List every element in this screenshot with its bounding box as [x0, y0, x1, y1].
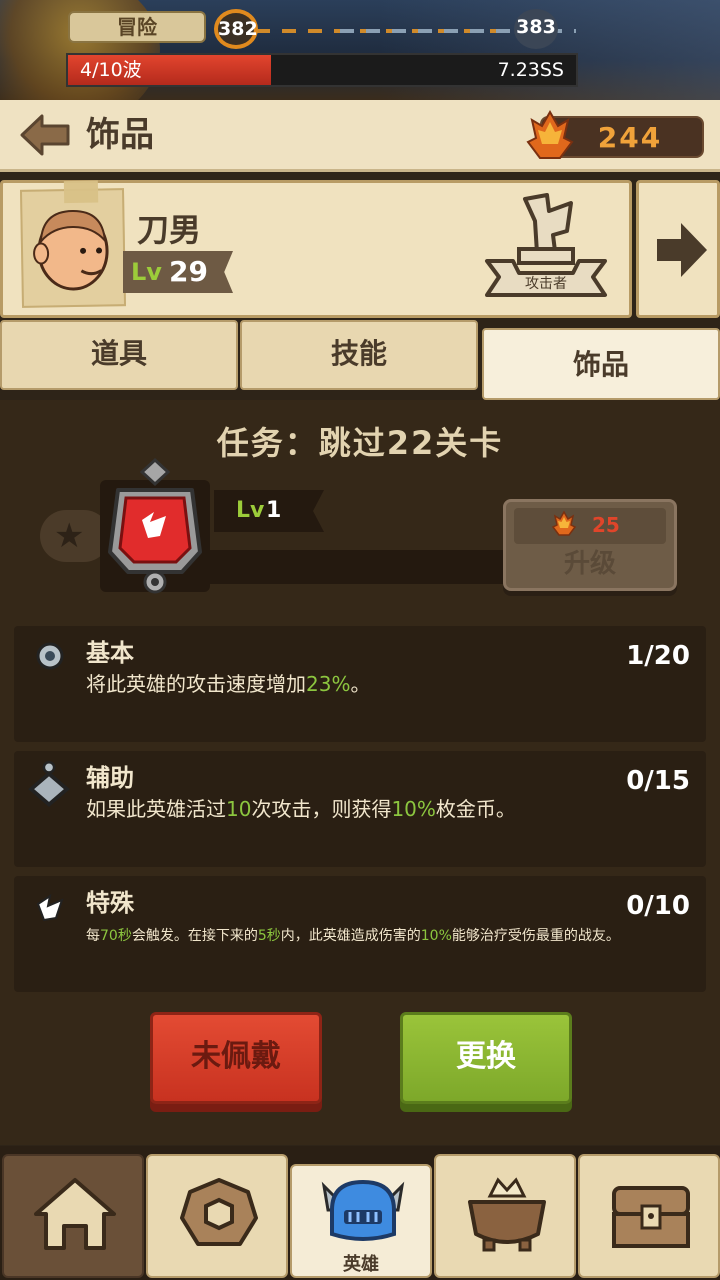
red-gem-amulet-icon[interactable] [96, 456, 214, 600]
tab-skills[interactable]: 技能 [240, 320, 478, 390]
upgrade-cost: 25 [592, 513, 620, 537]
hero-name: 刀男 [137, 211, 202, 249]
accessory-level-prefix: Lv [236, 498, 265, 523]
battle-status-strip: 冒险 382 383 4/10波 7.23SS [0, 0, 720, 100]
back-button[interactable] [18, 112, 72, 158]
stat-count: 0/10 [626, 891, 690, 921]
accessory-progress-track [200, 550, 510, 584]
right-arrow-icon [657, 223, 707, 277]
nav-chest[interactable] [578, 1154, 720, 1278]
nav-accessories[interactable] [146, 1154, 288, 1278]
back-arrow-icon [20, 114, 70, 156]
fire-gem-icon [551, 510, 577, 536]
time-label: 7.23SS [497, 59, 564, 81]
next-stage-number: 383 [514, 9, 558, 49]
nav-heroes-label: 英雄 [343, 1254, 379, 1275]
helmet-icon [321, 1179, 405, 1241]
nav-home[interactable] [2, 1154, 144, 1278]
nav-cauldron[interactable] [434, 1154, 576, 1278]
upgrade-cost-panel [514, 508, 666, 544]
stat-basic: 基本 将此英雄的攻击速度增加23%。 1/20 [14, 626, 706, 742]
hero-level: 29 [169, 255, 208, 288]
unequip-button[interactable]: 未佩戴 [150, 1012, 322, 1104]
hero-card: 刀男 Lv 29 攻击者 [0, 180, 632, 318]
stat-description: 如果此英雄活过10次攻击，则获得10%枚金币。 [86, 797, 516, 821]
stat-title: 基本 [86, 639, 134, 667]
page-title: 饰品 [86, 115, 154, 155]
hero-portrait [19, 180, 127, 308]
stat-title: 辅助 [86, 764, 134, 792]
cauldron-icon [468, 1177, 546, 1252]
upgrade-label: 升级 [563, 549, 616, 579]
hero-role: 攻击者 [525, 276, 567, 292]
treasure-chest-icon [612, 1186, 690, 1248]
current-stage-number: 382 [214, 9, 258, 49]
wave-label: 4/10波 [80, 59, 142, 81]
stat-support: 辅助 如果此英雄活过10次攻击，则获得10%枚金币。 0/15 [14, 751, 706, 867]
hero-face-icon [33, 210, 109, 291]
stat-description: 将此英雄的攻击速度增加23%。 [86, 672, 371, 696]
page-header: 饰品 244 [0, 100, 720, 172]
tab-items[interactable]: 道具 [0, 320, 238, 390]
stat-special: 特殊 每70秒会触发。在接下来的5秒内，此英雄造成伤害的10%能够治疗受伤最重的… [14, 876, 706, 992]
replace-button[interactable]: 更换 [400, 1012, 572, 1104]
gem-count: 244 [597, 121, 663, 154]
tape-decoration [63, 180, 99, 204]
stat-description: 每70秒会触发。在接下来的5秒内，此英雄造成伤害的10%能够治疗受伤最重的战友。 [86, 928, 620, 944]
mode-label: 冒险 [68, 11, 206, 43]
next-hero-button[interactable] [636, 180, 720, 318]
nav-heroes[interactable]: 英雄 [290, 1164, 432, 1278]
tab-accessories[interactable]: 饰品 [482, 328, 720, 400]
diamond-gem-icon [28, 761, 70, 807]
special-shard-icon [36, 893, 64, 922]
wave-progress-bar: 4/10波 7.23SS [66, 53, 578, 87]
bottom-navigation: 英雄 [0, 1146, 720, 1280]
stat-title: 特殊 [86, 889, 134, 917]
house-icon [34, 1178, 116, 1250]
hero-level-prefix: Lv [131, 258, 162, 286]
round-gem-icon [36, 642, 64, 670]
upgrade-button[interactable]: 25 升级 [503, 499, 677, 591]
stat-count: 0/15 [626, 766, 690, 796]
ring-icon [180, 1178, 258, 1246]
star-icon: ★ [54, 516, 85, 556]
accessory-level: 1 [266, 498, 282, 523]
stat-count: 1/20 [626, 641, 690, 671]
